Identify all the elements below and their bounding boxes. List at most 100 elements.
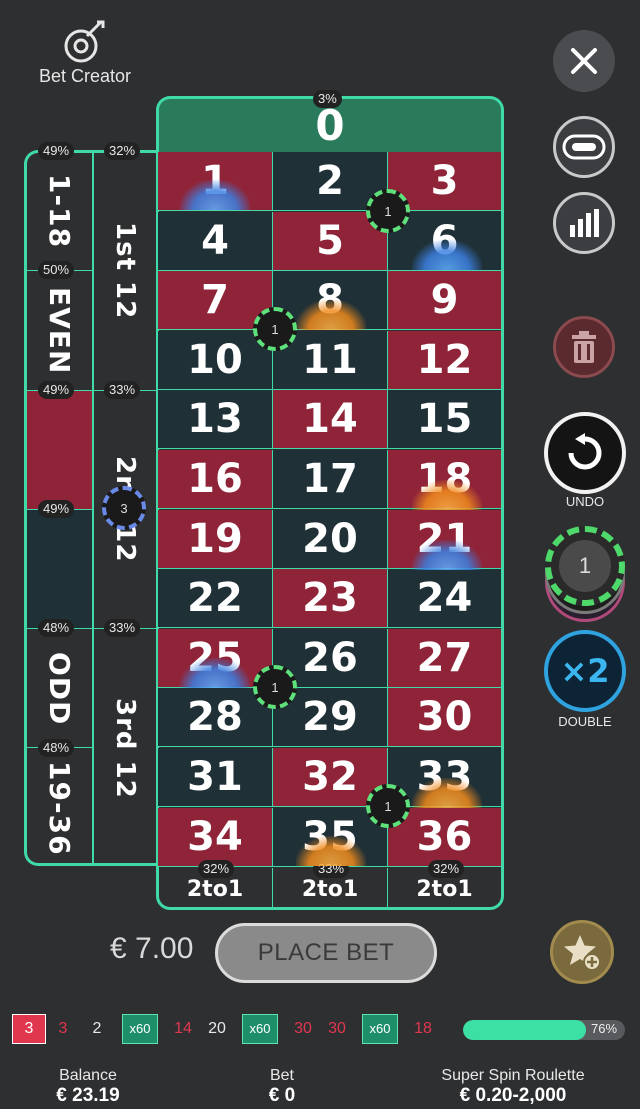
bet-value: € 0 <box>268 1085 296 1106</box>
number-cell[interactable]: 15 <box>388 390 501 450</box>
outside-bet-label: 1-18 <box>43 174 76 249</box>
undo-icon <box>568 433 602 470</box>
number-label: 29 <box>302 694 358 741</box>
outside-bet-label: 19-36 <box>43 760 76 856</box>
close-button[interactable] <box>553 30 615 92</box>
number-cell[interactable]: 34 <box>158 807 273 867</box>
outside-bet-pct: 49% <box>38 499 75 518</box>
favourite-bets-button[interactable] <box>550 920 614 984</box>
number-cell[interactable]: 16 <box>158 450 273 509</box>
chip-selector[interactable]: 1 <box>542 526 628 622</box>
number-label: 14 <box>302 396 358 443</box>
number-cell[interactable]: 12 <box>388 330 501 390</box>
place-bet-button[interactable]: PLACE BET <box>215 923 437 983</box>
outside-bet-cell[interactable]: ODD <box>27 629 92 749</box>
number-label: 4 <box>201 217 229 264</box>
history-result: 20 <box>208 1020 226 1037</box>
placed-chip[interactable]: 1 <box>366 189 410 233</box>
number-cell[interactable]: 27 <box>388 628 501 688</box>
trash-icon <box>572 331 596 363</box>
zero-label: 0 <box>315 101 345 150</box>
history-result: 2 <box>92 1020 102 1037</box>
bet-label: Bet <box>269 1067 294 1084</box>
number-cell[interactable]: 14 <box>273 390 388 450</box>
dozen-bet-label: 3rd 12 <box>110 698 140 799</box>
number-cell[interactable]: 13 <box>158 390 273 450</box>
number-label: 27 <box>416 634 473 681</box>
star-plus-icon <box>564 935 601 971</box>
placed-chip[interactable]: 1 <box>366 784 410 828</box>
outside-bet-pct: 48% <box>38 738 75 757</box>
number-cell[interactable]: 9 <box>388 271 501 331</box>
dozen-bet-cell[interactable]: 1st 12 <box>94 152 156 391</box>
placed-chip[interactable]: 1 <box>253 665 297 709</box>
balance-label: Balance <box>59 1067 117 1084</box>
outside-bet-label: EVEN <box>43 286 76 375</box>
multiplier-flame <box>412 240 482 270</box>
close-icon <box>571 48 597 74</box>
multiplier-flame <box>180 658 250 688</box>
dozen-bet-pct: 33% <box>104 380 141 399</box>
number-cell[interactable]: 22 <box>158 569 273 629</box>
history-result: 30 <box>328 1020 346 1037</box>
number-label: 3 <box>430 158 459 204</box>
zero-pct: 3% <box>313 90 342 108</box>
progress-percent: 76% <box>590 1021 618 1036</box>
game-limits: € 0.20-2,000 <box>459 1085 567 1106</box>
outside-bet-cell[interactable]: EVEN <box>27 271 92 391</box>
history-result: 18 <box>414 1020 432 1037</box>
number-cell[interactable]: 24 <box>388 569 501 629</box>
clear-bets-button[interactable] <box>553 316 615 378</box>
multiplier-flame <box>412 480 482 510</box>
double-button[interactable]: ×2 <box>544 630 626 712</box>
number-label: 28 <box>187 694 243 741</box>
number-label: 32 <box>302 754 358 800</box>
dozen-bet-cell[interactable]: 3rd 12 <box>94 629 156 868</box>
game-name: Super Spin Roulette <box>441 1067 585 1084</box>
number-label: 13 <box>187 396 243 443</box>
double-symbol: ×2 <box>560 652 610 690</box>
history-multiplier: x60 <box>242 1014 278 1044</box>
number-label: 34 <box>187 813 243 860</box>
history-result: 30 <box>294 1020 312 1037</box>
statistics-button[interactable] <box>553 192 615 254</box>
number-label: 19 <box>187 515 243 562</box>
outside-bet-cell[interactable] <box>27 509 92 630</box>
number-label: 23 <box>302 575 358 622</box>
multiplier-flame <box>296 836 366 866</box>
number-label: 24 <box>416 575 473 622</box>
number-label: 9 <box>430 277 459 324</box>
number-cell[interactable]: 4 <box>158 211 273 271</box>
number-cell[interactable]: 20 <box>273 509 388 569</box>
column-bet-pct: 32% <box>428 860 465 878</box>
number-cell[interactable]: 31 <box>158 748 273 807</box>
number-label: 17 <box>302 456 358 502</box>
history-multiplier: x60 <box>122 1014 158 1044</box>
number-cell[interactable]: 19 <box>158 509 273 569</box>
outside-bet-cell[interactable] <box>27 390 92 510</box>
number-cell[interactable]: 30 <box>388 688 501 748</box>
number-label: 12 <box>416 336 473 383</box>
multiplier-flame <box>180 180 250 210</box>
dozen-bet-label: 1st 12 <box>110 222 140 320</box>
number-label: 7 <box>201 277 229 324</box>
multiplier-flame <box>296 300 366 330</box>
undo-label: UNDO <box>565 494 605 509</box>
progress-fill <box>463 1020 587 1040</box>
bar-chart-icon <box>570 209 599 237</box>
undo-button[interactable] <box>544 412 626 494</box>
outside-bet-cell[interactable]: 1-18 <box>27 152 92 272</box>
outside-bet-cell[interactable]: 19-36 <box>27 749 92 868</box>
number-cell[interactable]: 17 <box>273 450 388 509</box>
double-label: DOUBLE <box>558 714 612 729</box>
number-label: 5 <box>316 217 344 264</box>
number-cell[interactable]: 23 <box>273 569 388 629</box>
chip-value: 1 <box>559 540 611 592</box>
placed-chip[interactable]: 3 <box>102 486 146 530</box>
racetrack-button[interactable] <box>553 116 615 178</box>
selected-chip: 1 <box>545 526 625 606</box>
column-bet-pct: 32% <box>198 860 235 878</box>
number-label: 26 <box>302 634 358 681</box>
column-bet-label: 2to1 <box>301 877 359 902</box>
placed-chip[interactable]: 1 <box>253 307 297 351</box>
